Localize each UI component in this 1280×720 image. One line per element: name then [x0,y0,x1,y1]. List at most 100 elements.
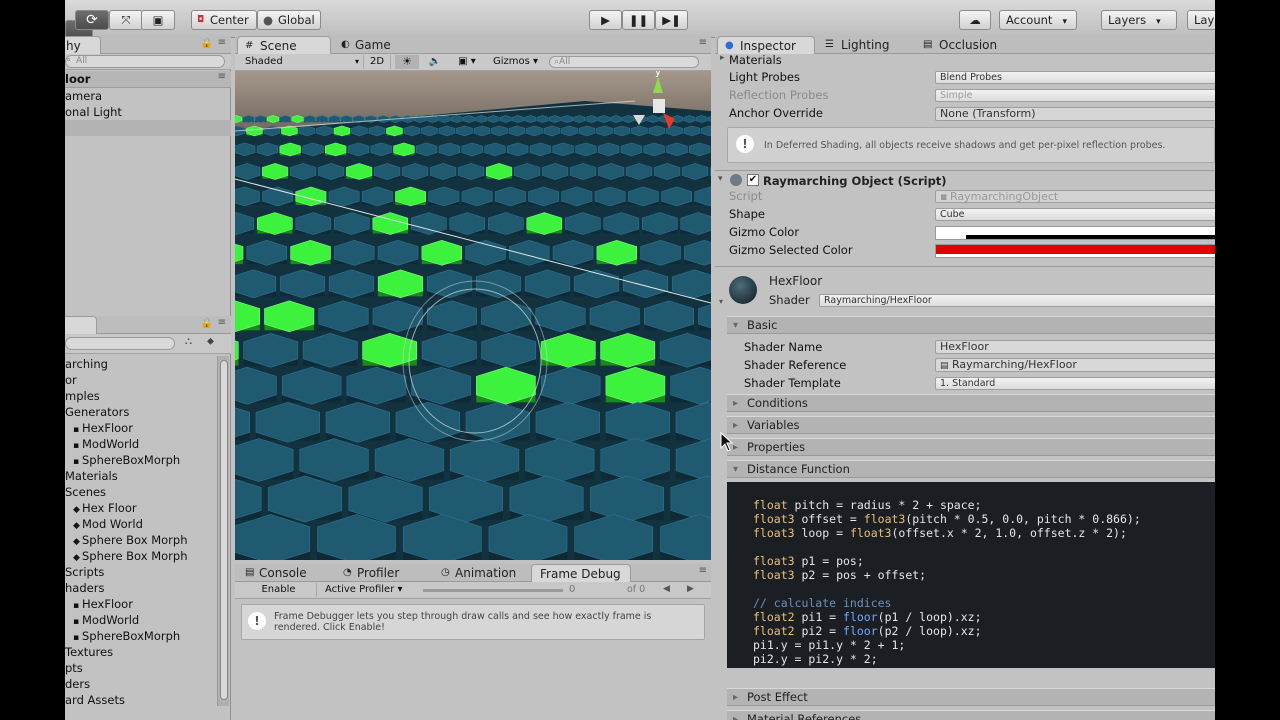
tab-occlusion[interactable]: ▤ Occlusion [917,36,1017,54]
light-probes-dropdown[interactable]: Blend Probes [935,71,1215,84]
anchor-override-field[interactable]: None (Transform) [935,107,1215,121]
section-material-references[interactable]: Material References [727,710,1215,720]
active-profiler-dropdown[interactable]: Active Profiler ▾ [321,583,417,597]
project-tree-item[interactable]: pts [65,660,83,676]
project-tree-item[interactable]: Scenes [65,484,106,500]
project-tree-item[interactable]: Generators [65,404,129,420]
section-post-effect[interactable]: Post Effect [727,688,1215,706]
frame-debug-panel: ▤ Console ◔ Profiler ◷ Animation Frame Debu… [235,562,711,720]
step-button[interactable]: ▶❚ [655,10,688,30]
project-tree-item[interactable]: Scripts [65,564,104,580]
project-tree-item[interactable]: ▪ SphereBoxMorph [73,452,180,468]
project-tree-item[interactable]: Textures [65,644,113,660]
tab-project[interactable] [65,316,97,334]
rotate-tool-button[interactable]: ⟳ [75,10,109,30]
section-basic[interactable]: Basic [727,316,1215,334]
section-properties[interactable]: Properties [727,438,1215,456]
enable-button[interactable]: Enable [241,583,317,597]
project-tree-item[interactable]: haders [65,580,104,596]
project-tree-item[interactable]: ◆ Hex Floor [73,500,137,516]
project-tree-item[interactable]: arching [65,356,108,372]
filter-type-icon[interactable]: ⛬ [185,336,192,347]
distance-function-code-editor[interactable]: float pitch = radius * 2 + space; float3 … [727,482,1215,668]
frame-value[interactable]: 0 [569,584,575,595]
scene-menu-icon[interactable]: ≡ [218,71,226,82]
scale-tool-button[interactable]: ⤧ [109,10,143,30]
section-conditions[interactable]: Conditions [727,394,1215,412]
pause-button[interactable]: ❚❚ [622,10,655,30]
rect-tool-button[interactable]: ▣ [141,10,175,30]
panel-menu-icon[interactable]: ≡ [218,317,226,328]
enabled-checkbox[interactable]: ✔ [747,174,759,186]
tab-game[interactable]: ◐ Game [333,36,423,54]
layout-dropdown[interactable]: Lay [1187,10,1215,30]
scene-header-row[interactable]: loor ≡ [65,71,231,88]
shape-dropdown[interactable]: Cube [935,208,1215,221]
effects-dropdown[interactable]: ▣ ▾ [449,55,485,69]
code-token: // calculate indices [753,596,892,610]
project-tree-item[interactable]: ▪ HexFloor [73,420,133,436]
gizmo-selected-color-field[interactable] [935,244,1215,258]
project-tree-item[interactable]: ▪ HexFloor [73,596,133,612]
materials-foldout[interactable]: ▸ Materials [715,53,1215,67]
shader-name-input[interactable]: HexFloor [935,340,1215,354]
gizmos-dropdown[interactable]: Gizmos ▾ [493,55,543,69]
filter-label-icon[interactable]: ⬥ [207,336,214,347]
material-header[interactable]: ▾ HexFloor Shader Raymarching/HexFloor [715,266,1215,312]
shader-reference-field[interactable]: ▤ Raymarching/HexFloor [935,358,1215,372]
hierarchy-selected-row[interactable] [65,120,231,136]
panel-menu-icon[interactable]: ≡ [699,37,707,48]
section-distance-function[interactable]: Distance Function [727,460,1215,478]
section-variables[interactable]: Variables [727,416,1215,434]
prev-frame-icon[interactable]: ◀ [663,584,670,594]
project-tree-item[interactable]: or [65,372,77,388]
tab-console[interactable]: ▤ Console [237,564,337,582]
tab-frame-debug[interactable]: Frame Debug [531,564,631,582]
tab-lighting[interactable]: ☰ Lighting [819,36,915,54]
gizmo-color-field[interactable] [935,226,1215,240]
audio-toggle[interactable]: 🔈 [423,55,447,69]
raymarching-component-header[interactable]: ▾ ✔ Raymarching Object (Script) [715,170,1215,190]
reflection-probes-dropdown[interactable]: Simple [935,89,1215,102]
project-tree-item[interactable]: ▪ SphereBoxMorph [73,628,180,644]
shader-dropdown[interactable]: Raymarching/HexFloor [819,294,1215,307]
project-tree-item[interactable]: mples [65,388,100,404]
next-frame-icon[interactable]: ▶ [687,584,694,594]
project-tree-item[interactable]: Materials [65,468,118,484]
project-tree-item[interactable]: ◆ Sphere Box Morph [73,532,187,548]
panel-menu-icon[interactable]: ≡ [699,565,707,576]
tab-animation[interactable]: ◷ Animation [433,564,529,582]
tab-hierarchy[interactable]: hy [65,36,101,54]
pivot-toggle[interactable]: ◘ Center [191,10,257,30]
scene-search-input[interactable]: ⌕All [549,56,699,68]
tab-profiler[interactable]: ◔ Profiler [335,564,431,582]
project-tree-item[interactable]: ◆ Mod World [73,516,143,532]
frame-slider[interactable] [423,589,563,592]
lock-icon[interactable]: 🔒 [201,318,213,329]
shader-template-dropdown[interactable]: 1. Standard [935,377,1215,390]
2d-toggle[interactable]: 2D [363,55,391,69]
project-scrollbar[interactable] [217,356,229,706]
project-tree-item[interactable]: ▪ ModWorld [73,612,139,628]
account-dropdown[interactable]: Account [999,10,1077,30]
play-button[interactable]: ▶ [589,10,622,30]
project-tree-item[interactable]: ◆ Sphere Box Morph [73,548,187,564]
hierarchy-item-light[interactable]: onal Light [65,104,122,120]
hierarchy-item-camera[interactable]: amera [65,88,102,104]
project-search-input[interactable] [65,337,175,350]
lighting-toggle[interactable]: ☀ [395,55,419,69]
space-toggle[interactable]: ● Global [257,10,321,30]
scene-viewport[interactable]: y [235,71,711,560]
project-tree-item[interactable]: ▪ ModWorld [73,436,139,452]
project-tree-item[interactable]: ders [65,676,90,692]
tab-inspector[interactable]: ● Inspector [717,36,815,54]
shading-mode-dropdown[interactable]: Shaded ▾ [245,55,359,69]
collab-button[interactable]: ☁ [959,10,991,30]
lock-icon[interactable]: 🔒 [201,38,213,49]
hierarchy-search-input[interactable]: ⌕ All [65,55,225,68]
layers-dropdown[interactable]: Layers [1101,10,1177,30]
panel-menu-icon[interactable]: ≡ [218,37,226,48]
tab-scene[interactable]: # Scene [237,36,331,54]
project-tree-item[interactable]: ard Assets [65,692,125,708]
project-scrollbar-thumb[interactable] [220,360,228,700]
